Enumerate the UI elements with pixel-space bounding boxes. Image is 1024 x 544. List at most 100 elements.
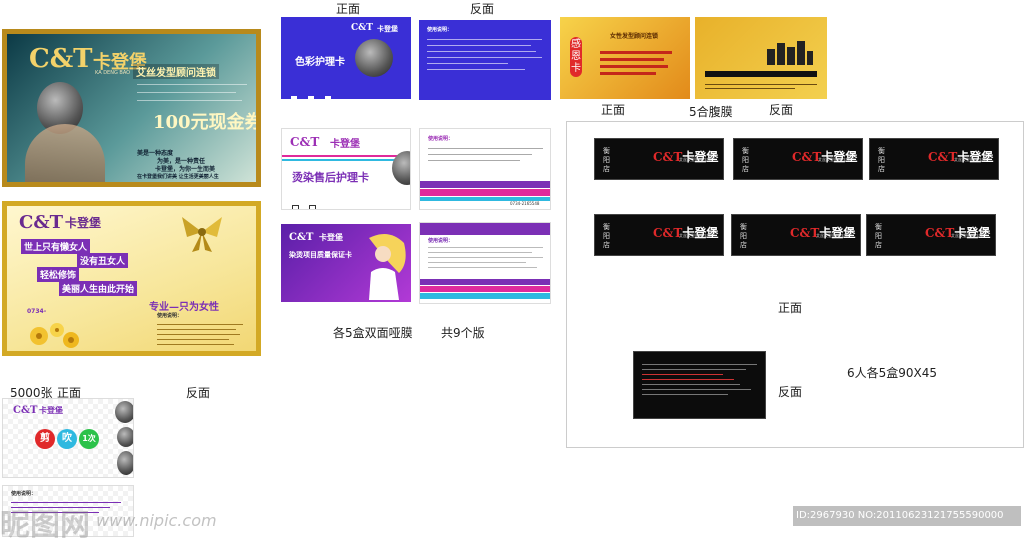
gold-female-card: C&T 卡登堡 世上只有懒女人 没有丑女人 轻松修饰 美丽人生由此开始 0734… — [2, 201, 261, 356]
color-care-back: 使用说明： — [419, 20, 551, 100]
color-care-title: 色彩护理卡 — [295, 57, 345, 68]
gold-thanks-back — [695, 17, 827, 99]
biz-store: 衡阳店 — [875, 223, 882, 249]
watermark-url: www.nipic.com — [96, 511, 217, 530]
punch-face-3 — [117, 451, 133, 475]
punch-brand: 卡登堡 — [39, 405, 63, 415]
biz-store: 衡阳店 — [603, 223, 610, 249]
gold-bow-icon — [177, 212, 227, 252]
teal-slogan-4: 在卡登堡我们讲美 让生活更美丽人生 — [137, 174, 219, 180]
quality-back: 使用说明： — [419, 222, 551, 304]
biz-sub: 艾丝发型顾问连锁 — [818, 157, 850, 162]
teal-coupon-card: C&T 卡登堡 KA DENG BAO 艾丝发型顾问连锁 100元现金券 美是一… — [2, 29, 261, 187]
biz-logo: C&T — [790, 226, 820, 240]
biz-store: 衡阳店 — [740, 223, 747, 249]
color-care-brand: 卡登堡 — [377, 24, 398, 33]
perm-care-boxes — [292, 197, 317, 209]
biz-logo: C&T — [653, 150, 683, 164]
quality-back-bars — [420, 279, 550, 299]
label-nine-versions: 共9个版 — [441, 326, 485, 340]
gold-specialty: 专业—只为女性 — [149, 302, 219, 313]
gold-thanks-heading: 女性发型顾问连锁 — [610, 33, 659, 40]
gold-flower-icon — [25, 318, 85, 351]
perm-care-brand: 卡登堡 — [330, 139, 360, 150]
watermark-logo: 昵图网 — [0, 508, 90, 543]
gold-tag-2: 没有丑女人 — [77, 253, 129, 268]
biz-back-lines — [642, 360, 757, 399]
teal-logo: C&T — [29, 44, 93, 74]
label-biz-front: 正面 — [778, 301, 803, 315]
label-back-gold: 反面 — [769, 103, 794, 117]
gold-tag-1: 世上只有懒女人 — [21, 239, 91, 254]
biz-store: 衡阳店 — [603, 147, 610, 173]
punch-btn-once: 1次 — [79, 429, 99, 449]
quality-front: C&T 卡登堡 染烫项目质量保证卡 — [281, 224, 411, 302]
teal-banner: 艾丝发型顾问连锁 — [133, 64, 219, 79]
watermark-id: ID:2967930 NO:20110623121755590000 — [796, 510, 1004, 521]
perm-care-back-title: 使用说明： — [428, 136, 454, 142]
business-card-4: C&T卡登堡 艾丝发型顾问连锁 衡阳店 — [594, 214, 724, 256]
gold-thanks-front: 女性发型顾问连锁 感恩卡 — [560, 17, 690, 99]
gold-notes-title: 使用说明： — [157, 313, 183, 319]
color-care-face — [355, 39, 393, 77]
gold-thanks-back-skyline — [765, 39, 815, 65]
perm-care-front: C&T 卡登堡 烫染售后护理卡 — [281, 128, 411, 210]
label-fold-membrane: 5合腹膜 — [689, 105, 733, 119]
gold-brand: 卡登堡 — [65, 216, 102, 230]
biz-logo: C&T — [925, 226, 955, 240]
perm-care-back: 使用说明： 0734-2165548 — [419, 128, 551, 210]
punch-logo: C&T — [13, 405, 38, 416]
biz-store: 衡阳店 — [878, 147, 885, 173]
perm-care-title: 烫染售后护理卡 — [292, 171, 369, 184]
quality-title: 染烫项目质量保证卡 — [289, 251, 352, 259]
biz-logo: C&T — [792, 150, 822, 164]
quality-logo: C&T — [289, 232, 314, 243]
perm-care-logo: C&T — [290, 135, 320, 149]
punch-btn-cut: 剪 — [35, 429, 55, 449]
gold-thanks-back-bar — [705, 71, 817, 77]
punch-face-2 — [117, 427, 133, 447]
color-care-checkboxes — [291, 87, 332, 99]
color-care-back-title: 使用说明： — [427, 27, 453, 33]
perm-care-stripes — [282, 155, 410, 161]
biz-sub: 艾丝发型顾问连锁 — [951, 233, 983, 238]
label-back-top: 反面 — [470, 2, 495, 16]
teal-model-body — [25, 124, 105, 182]
gold-thanks-back-lines — [705, 81, 817, 92]
label-biz-back: 反面 — [778, 385, 803, 399]
label-front-top: 正面 — [336, 2, 361, 16]
business-card-2: C&T卡登堡 艾丝发型顾问连锁 衡阳店 — [733, 138, 863, 180]
gold-thanks-lines — [600, 47, 680, 79]
gold-notes-lines — [157, 320, 247, 349]
punch-face-1 — [115, 401, 133, 423]
biz-logo: C&T — [928, 150, 958, 164]
quality-girl-illustration — [359, 228, 409, 300]
gold-phone: 0734- — [27, 308, 47, 315]
label-double-matte: 各5盒双面哑膜 — [333, 326, 413, 340]
business-card-1: C&T卡登堡 艾丝发型顾问连锁 衡阳店 — [594, 138, 724, 180]
perm-care-back-bars — [420, 181, 550, 201]
biz-logo: C&T — [653, 226, 683, 240]
teal-pinyin: KA DENG BAO — [95, 70, 131, 76]
punch-back-title: 使用说明： — [11, 491, 37, 497]
quality-brand: 卡登堡 — [319, 232, 343, 242]
biz-store: 衡阳店 — [742, 147, 749, 173]
business-card-5: C&T卡登堡 艾丝发型顾问连锁 衡阳店 — [731, 214, 861, 256]
color-care-back-lines — [427, 34, 542, 75]
gold-logo: C&T — [19, 212, 63, 233]
business-card-3: C&T卡登堡 艾丝发型顾问连锁 衡阳店 — [869, 138, 999, 180]
perm-care-back-phone: 0734-2165548 — [510, 201, 540, 206]
gold-tag-3: 轻松修饰 — [37, 267, 80, 282]
gold-thanks-vertical: 感恩卡 — [570, 37, 582, 77]
teal-coupon: 100元现金券 — [153, 112, 261, 133]
teal-slogan-3: 卡登堡，为你一生而美 — [155, 166, 216, 173]
quality-back-lines — [428, 243, 543, 272]
gold-tag-4: 美丽人生由此开始 — [59, 281, 138, 296]
label-biz-spec: 6人各5盒90X45 — [847, 366, 938, 380]
label-qty-back: 反面 — [186, 386, 211, 400]
business-card-6: C&T卡登堡 艾丝发型顾问连锁 衡阳店 — [866, 214, 996, 256]
color-care-logo: C&T — [351, 23, 373, 33]
business-card-back — [633, 351, 766, 419]
color-care-front: C&T 卡登堡 色彩护理卡 — [281, 17, 411, 99]
biz-sub: 艾丝发型顾问连锁 — [679, 157, 711, 162]
